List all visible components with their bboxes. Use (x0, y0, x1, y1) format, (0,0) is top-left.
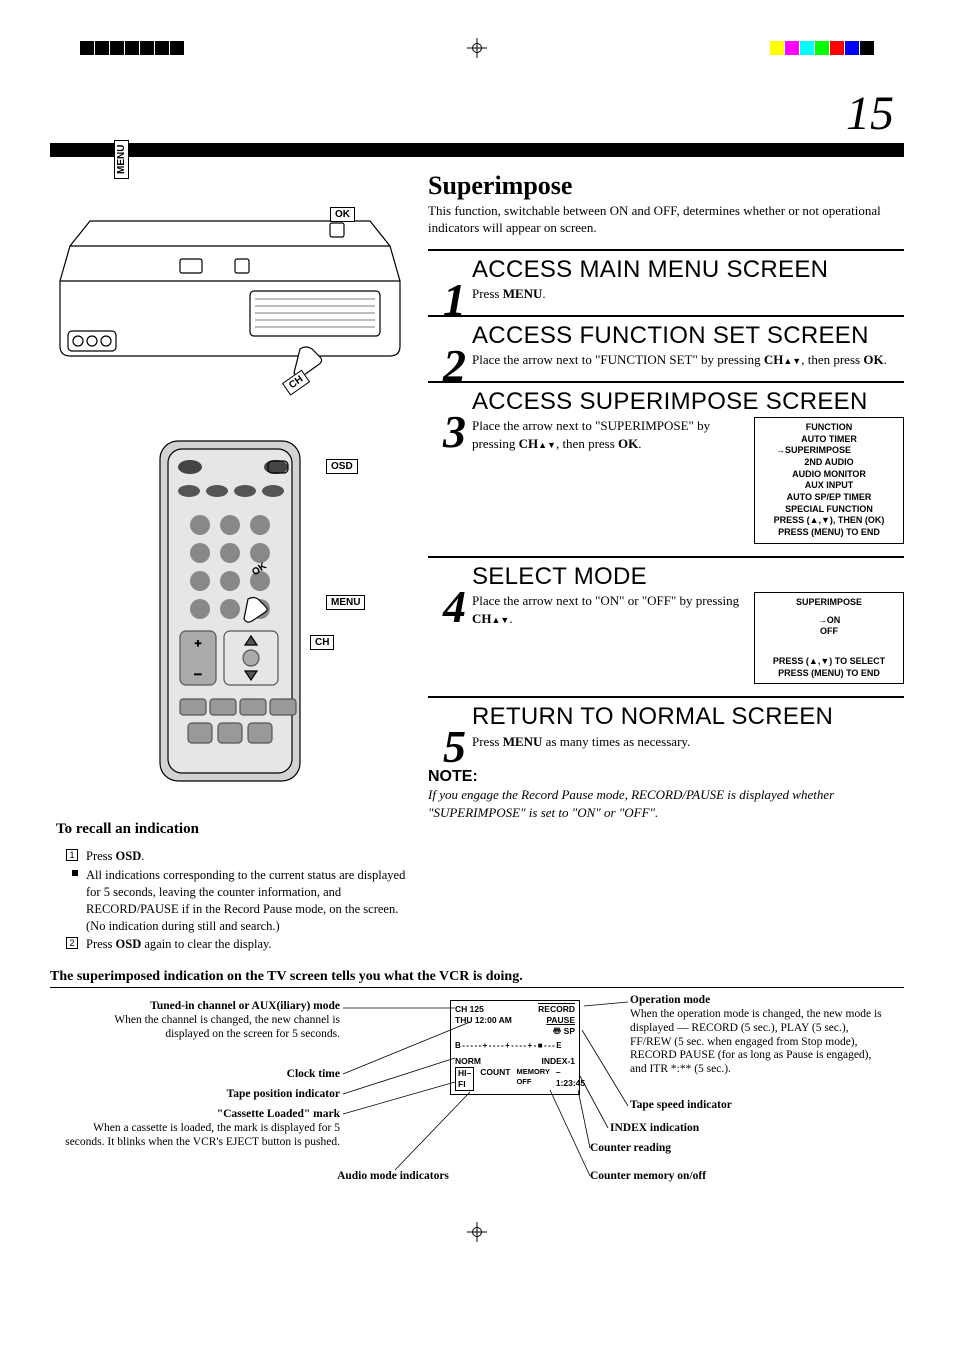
recall-item-1: 1 Press OSD. (70, 848, 410, 865)
section-title: Superimpose (428, 171, 904, 201)
step-text: Place the arrow next to "SUPERIMPOSE" by… (472, 417, 744, 452)
label-tapepos: Tape position indicator (180, 1088, 340, 1102)
step-text: Place the arrow next to "FUNCTION SET" b… (472, 351, 904, 369)
step-3: 3 ACCESS SUPERIMPOSE SCREEN Place the ar… (428, 381, 904, 556)
note-text: If you engage the Record Pause mode, REC… (428, 786, 904, 821)
label-cassette: "Cassette Loaded" mark When a cassette i… (60, 1108, 340, 1149)
numbox-1: 1 (66, 849, 78, 861)
remote-illustration: + − OSD OK MENU CH (50, 431, 410, 791)
crosshair-bottom-icon (469, 1224, 485, 1240)
step-title: ACCESS MAIN MENU SCREEN (472, 257, 904, 282)
label-ok: OK (330, 207, 355, 222)
reg-blocks-right (770, 41, 874, 55)
step-text: Place the arrow next to "ON" or "OFF" by… (472, 592, 744, 627)
step-text: Press MENU as many times as necessary. (472, 733, 904, 751)
tv-diagram: CH 125 RECORD THU 12:00 AM PAUSE 〠 SP B … (50, 994, 904, 1194)
label-counter-read: Counter reading (590, 1142, 790, 1156)
step-title: ACCESS FUNCTION SET SCREEN (472, 323, 904, 348)
header-rule (50, 143, 904, 157)
label-menu-remote: MENU (326, 595, 365, 610)
step-1: 1 ACCESS MAIN MENU SCREEN Press MENU. (428, 249, 904, 315)
label-tapespeed: Tape speed indicator (630, 1099, 830, 1113)
recall-item-2: 2 Press OSD again to clear the display. (70, 936, 410, 953)
label-ch-remote: CH (310, 635, 334, 650)
step-number: 3 (428, 409, 472, 564)
vcr-illustration: MENU OK CH (50, 171, 410, 391)
label-counter-mem: Counter memory on/off (590, 1170, 790, 1184)
step-number: 4 (428, 584, 472, 705)
registration-marks (50, 40, 904, 66)
page-number: 15 (50, 86, 904, 141)
step-2: 2 ACCESS FUNCTION SET SCREEN Place the a… (428, 315, 904, 381)
step-title: RETURN TO NORMAL SCREEN (472, 704, 904, 729)
label-audio: Audio mode indicators (318, 1170, 468, 1184)
step-4: 4 SELECT MODE Place the arrow next to "O… (428, 556, 904, 697)
recall-heading: To recall an indication (56, 821, 410, 838)
label-clock: Clock time (210, 1068, 340, 1082)
svg-text:−: − (194, 668, 202, 683)
osd-function: FUNCTION AUTO TIMER →SUPERIMPOSE 2ND AUD… (754, 417, 904, 544)
label-channel: Tuned-in channel or AUX(iliary) mode Whe… (80, 1000, 340, 1041)
diagram-heading: The superimposed indication on the TV sc… (50, 969, 904, 988)
recall-bullet: All indications corresponding to the cur… (70, 867, 410, 935)
recall-list: 1 Press OSD. All indications correspondi… (50, 848, 410, 953)
label-menu: MENU (114, 140, 129, 179)
label-index: INDEX indication (610, 1122, 810, 1136)
step-number: 5 (428, 724, 472, 770)
step-5: 5 RETURN TO NORMAL SCREEN Press MENU as … (428, 696, 904, 762)
numbox-2: 2 (66, 937, 78, 949)
step-title: ACCESS SUPERIMPOSE SCREEN (472, 389, 904, 414)
note-title: NOTE: (428, 768, 904, 786)
step-title: SELECT MODE (472, 564, 904, 589)
tv-screen: CH 125 RECORD THU 12:00 AM PAUSE 〠 SP B … (450, 1000, 580, 1095)
section-desc: This function, switchable between ON and… (428, 203, 904, 237)
label-opmode: Operation mode When the operation mode i… (630, 994, 890, 1077)
svg-text:+: + (195, 636, 202, 650)
reg-blocks-left (80, 41, 184, 55)
step-text: Press MENU. (472, 285, 904, 303)
label-osd: OSD (326, 459, 358, 474)
crosshair-icon (469, 40, 485, 56)
osd-superimpose: SUPERIMPOSE →ON OFF PRESS (▲,▼) TO SELEC… (754, 592, 904, 684)
square-bullet-icon (72, 870, 78, 876)
